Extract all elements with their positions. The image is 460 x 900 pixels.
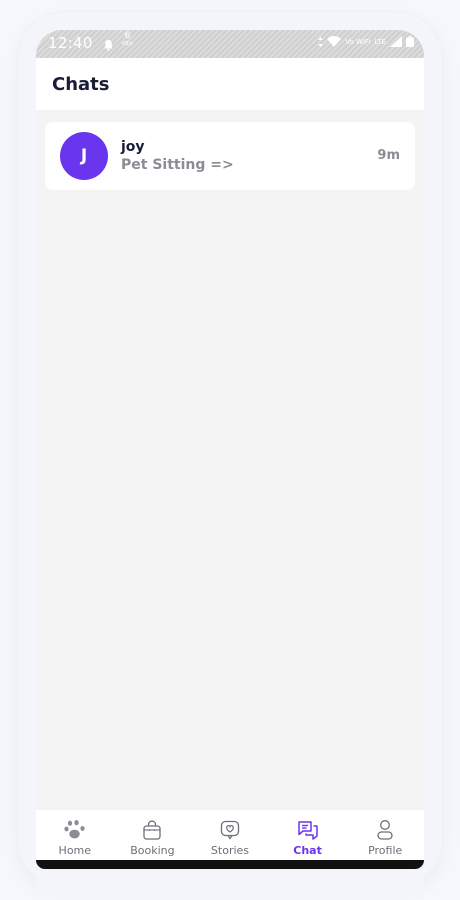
nav-chat[interactable]: Chat: [269, 810, 347, 860]
nav-home[interactable]: Home: [36, 810, 114, 860]
data-arrows-icon: [318, 36, 324, 47]
battery-icon: [406, 36, 414, 47]
status-time: 12:40: [48, 34, 93, 52]
paw-icon: [64, 818, 86, 842]
status-icons: Vo WiFi LTE: [318, 36, 414, 47]
nav-profile-label: Profile: [368, 844, 403, 857]
nav-stories[interactable]: Stories: [191, 810, 269, 860]
nav-chat-label: Chat: [293, 844, 322, 857]
net-speed-value: 6: [124, 31, 131, 41]
chat-last-message: Pet Sitting =>: [121, 157, 234, 173]
phone-screen: 12:40 6 KB/s Vo WiFi LTE Chats J joy Pet…: [36, 30, 424, 898]
volte-label: Vo WiFi: [345, 37, 371, 46]
heart-chat-icon: [220, 818, 240, 842]
wifi-icon: [327, 36, 342, 47]
chat-timestamp: 9m: [377, 148, 400, 163]
nav-booking-label: Booking: [130, 844, 175, 857]
nav-profile[interactable]: Profile: [346, 810, 424, 860]
status-bar: 12:40 6 KB/s Vo WiFi LTE: [36, 30, 424, 58]
home-indicator-area: [36, 860, 424, 898]
net-speed-unit: KB/s: [122, 41, 133, 47]
network-speed: 6 KB/s: [122, 32, 133, 48]
app-header: Chats: [36, 58, 424, 110]
bag-icon: [142, 818, 162, 842]
notification-bell-icon: [103, 36, 114, 55]
nav-stories-label: Stories: [210, 844, 250, 857]
nav-booking[interactable]: Booking: [114, 810, 192, 860]
chat-icon: [297, 818, 319, 842]
lte-label: LTE: [374, 37, 386, 46]
nav-home-label: Home: [58, 844, 92, 857]
profile-icon: [375, 818, 395, 842]
signal-icon: [390, 36, 402, 47]
chat-contact-name: joy: [121, 139, 145, 155]
chat-list: J joy Pet Sitting => 9m: [36, 110, 424, 810]
avatar: J: [60, 132, 108, 180]
page-title: Chats: [52, 74, 110, 95]
chat-list-item[interactable]: J joy Pet Sitting => 9m: [45, 122, 415, 190]
bottom-navigation: Home Booking Stories Chat Profile: [36, 810, 424, 860]
system-nav-bar: [36, 860, 424, 869]
